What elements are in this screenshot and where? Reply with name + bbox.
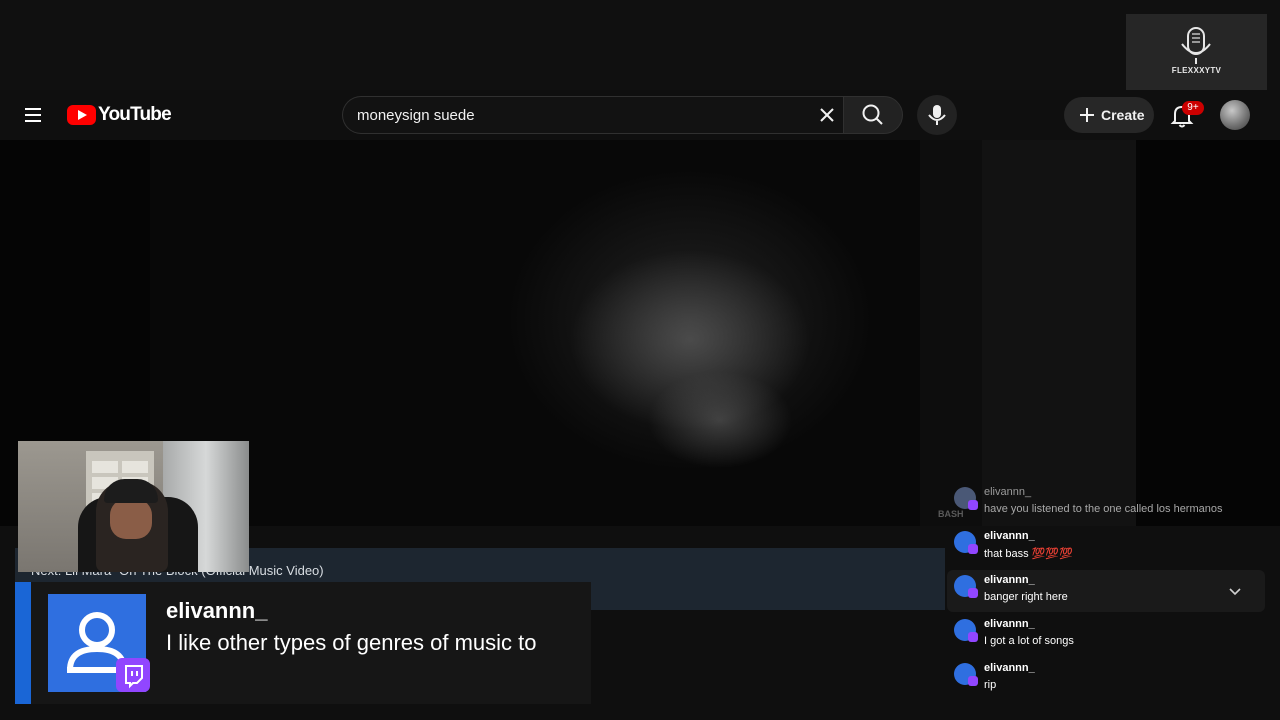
chat-avatar	[954, 487, 978, 510]
voice-search-button[interactable]	[917, 95, 957, 135]
chat-text: that bass 💯💯💯	[984, 548, 1073, 560]
chat-message: elivannn_ rip	[947, 658, 1265, 700]
chat-panel: elivannn_ have you listened to the one c…	[947, 482, 1265, 704]
stream-top-strip	[0, 0, 1280, 90]
chat-username: elivannn_	[984, 486, 1032, 498]
overlay-brand-text: FLEXXXYTV	[1171, 66, 1222, 75]
search-button[interactable]	[843, 96, 903, 134]
close-icon	[820, 108, 834, 122]
chat-username: elivannn_	[984, 662, 1035, 674]
search-icon	[862, 104, 883, 125]
twitch-mini-icon	[968, 544, 978, 554]
chat-message: elivannn_ that bass 💯💯💯	[947, 526, 1265, 568]
menu-icon	[25, 108, 41, 110]
microphone-logo-icon	[1181, 27, 1211, 64]
microphone-icon	[928, 105, 946, 125]
chat-message: elivannn_ have you listened to the one c…	[947, 482, 1265, 524]
create-label: Create	[1101, 107, 1145, 123]
chat-message-highlighted[interactable]: elivannn_ banger right here	[947, 570, 1265, 612]
chat-username: elivannn_	[984, 530, 1035, 542]
chat-avatar	[954, 575, 978, 598]
youtube-logo-text: YouTube	[98, 104, 172, 125]
video-frame	[460, 140, 920, 526]
search-box	[342, 96, 844, 134]
twitch-mini-icon	[968, 588, 978, 598]
chat-avatar	[954, 663, 978, 686]
chat-username: elivannn_	[984, 618, 1035, 630]
chat-avatar	[954, 531, 978, 554]
chat-text: rip	[984, 679, 997, 691]
chat-alert-accent	[15, 582, 31, 704]
chat-text: have you listened to the one called los …	[984, 503, 1223, 515]
twitch-mini-icon	[968, 676, 978, 686]
clear-search-button[interactable]	[813, 101, 841, 129]
chat-message: elivannn_ I got a lot of songs	[947, 614, 1265, 656]
twitch-icon	[125, 665, 143, 689]
twitch-badge	[116, 658, 150, 692]
guide-menu-button[interactable]	[17, 99, 49, 131]
chat-avatar	[954, 619, 978, 642]
youtube-logo[interactable]: YouTube	[67, 104, 172, 126]
plus-icon	[1080, 108, 1094, 122]
youtube-play-icon	[67, 105, 96, 125]
notification-badge: 9+	[1182, 101, 1204, 115]
chat-username: elivannn_	[984, 574, 1035, 586]
chat-text: I got a lot of songs	[984, 635, 1074, 647]
stream-overlay-logo: FLEXXXYTV	[1126, 14, 1267, 92]
webcam-hat	[104, 479, 158, 503]
youtube-masthead: YouTube Create	[0, 90, 1280, 140]
chat-alert-username: elivannn_	[166, 598, 268, 623]
search-input[interactable]	[357, 97, 797, 133]
chat-text: banger right here	[984, 591, 1068, 603]
create-button[interactable]: Create	[1064, 97, 1154, 133]
twitch-mini-icon	[968, 500, 978, 510]
streamer-webcam	[18, 441, 249, 572]
twitch-mini-icon	[968, 632, 978, 642]
chevron-down-icon[interactable]	[1227, 584, 1243, 600]
chat-alert-message: I like other types of genres of music to	[166, 630, 537, 655]
account-avatar[interactable]	[1220, 100, 1250, 130]
